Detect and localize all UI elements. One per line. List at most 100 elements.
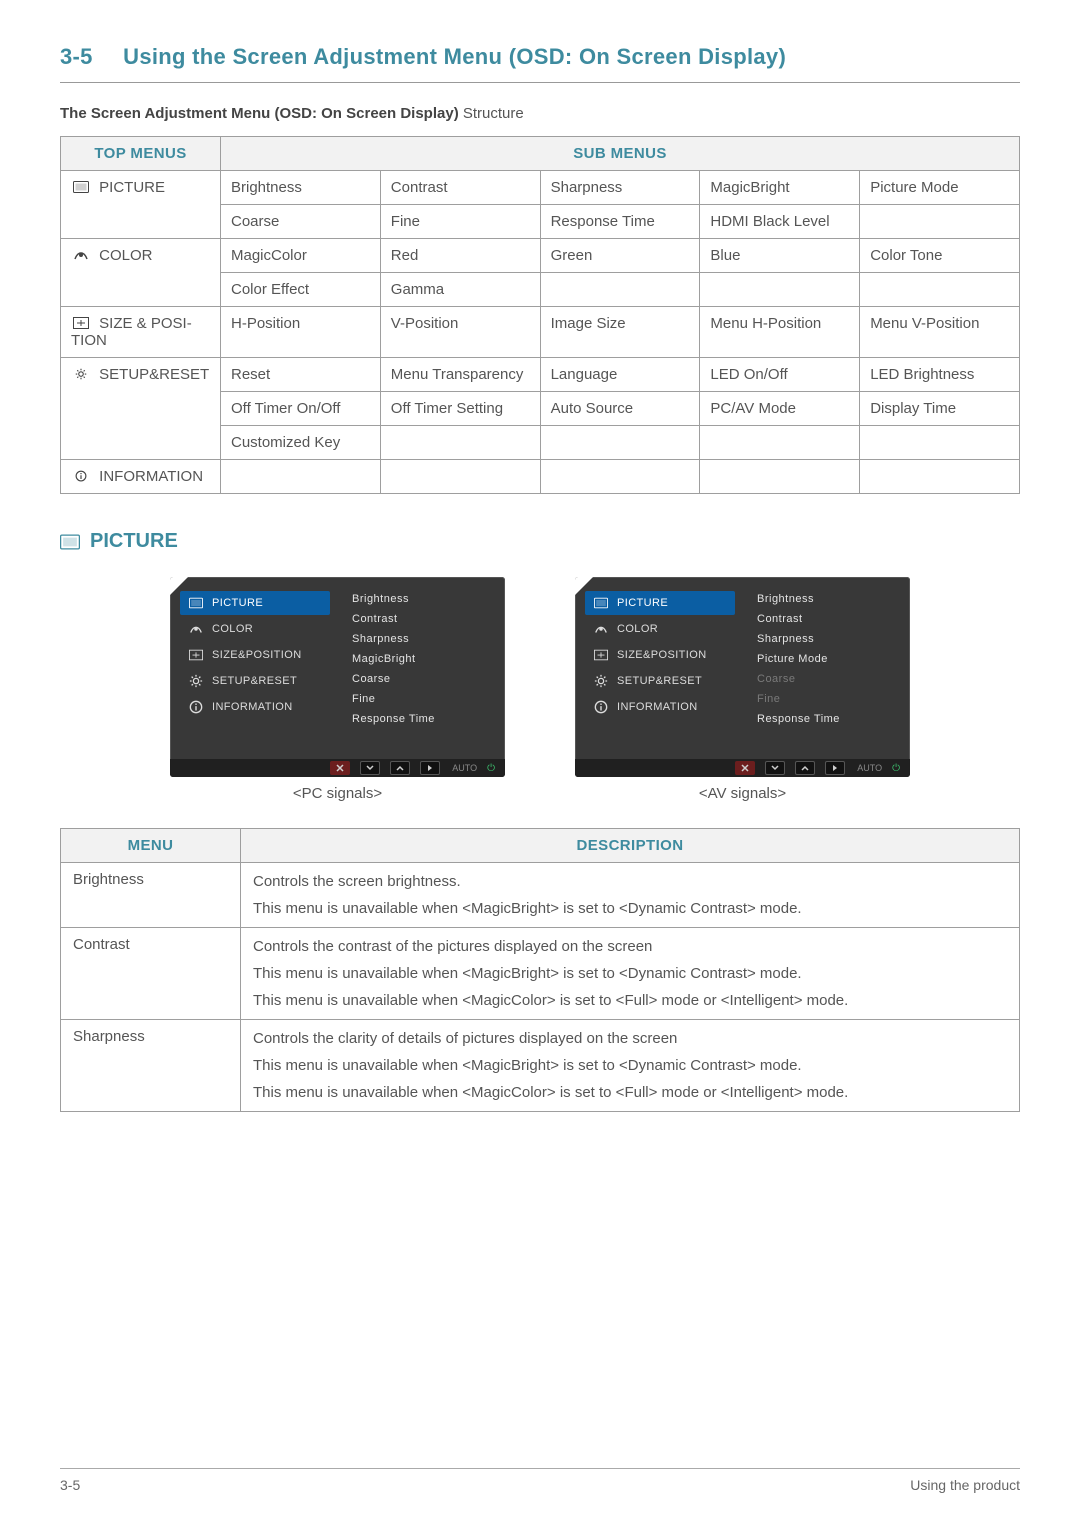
top-menu-cell: SIZE & POSI­TION [61, 307, 221, 358]
title-rule [60, 82, 1020, 83]
setup-icon [593, 674, 609, 688]
setup-icon [71, 366, 91, 383]
osd-close-button[interactable] [330, 761, 350, 775]
osd-menu-item[interactable]: INFORMATION [180, 695, 330, 719]
desc-menu-cell: Sharpness [61, 1020, 241, 1112]
osd-sub-item[interactable]: Brightness [352, 593, 492, 613]
info-icon [71, 468, 91, 485]
play-icon [831, 764, 839, 772]
osd-av-caption: <AV signals> [575, 785, 910, 802]
chevron-down-icon [366, 764, 374, 772]
sub-menu-cell [700, 273, 860, 307]
osd-power-icon[interactable]: ⏻ [892, 763, 900, 774]
osd-sub-item[interactable]: Contrast [757, 613, 897, 633]
osd-menu-label: INFORMATION [617, 701, 698, 713]
sub-menu-cell [860, 426, 1020, 460]
osd-auto-label: AUTO [452, 763, 477, 773]
osd-av: PICTURE COLORSIZE&POSITIONSETUP&RESET INFO… [575, 577, 910, 777]
osd-menu-label: PICTURE [617, 597, 668, 609]
picture-icon [60, 534, 80, 550]
picture-icon [188, 596, 204, 610]
sub-menu-cell: LED On/Off [700, 358, 860, 392]
osd-menu-item[interactable]: COLOR [585, 617, 735, 641]
osd-menu-item[interactable]: PICTURE [585, 591, 735, 615]
osd-sub-item[interactable]: Fine [757, 693, 897, 713]
osd-sub-item[interactable]: Sharpness [757, 633, 897, 653]
chevron-up-icon [801, 764, 809, 772]
desc-menu-cell: Brightness [61, 863, 241, 928]
osd-sub-item[interactable]: Picture Mode [757, 653, 897, 673]
description-table: MENU DESCRIPTION BrightnessControls the … [60, 828, 1020, 1112]
sub-menu-cell: Brightness [221, 171, 381, 205]
sub-menu-cell: MagicBright [700, 171, 860, 205]
sub-menu-cell: Customized Key [221, 426, 381, 460]
sub-menu-cell: Blue [700, 239, 860, 273]
osd-menu-item[interactable]: SETUP&RESET [180, 669, 330, 693]
osd-menu-label: COLOR [212, 623, 253, 635]
osd-down-button[interactable] [765, 761, 785, 775]
close-icon [741, 764, 749, 772]
close-icon [336, 764, 344, 772]
picture-icon [71, 179, 91, 196]
osd-sub-item[interactable]: Response Time [352, 713, 492, 733]
osd-menu-label: SETUP&RESET [212, 675, 297, 687]
desc-text-cell: Controls the clarity of details of pictu… [241, 1020, 1020, 1112]
osd-sub-item[interactable]: Contrast [352, 613, 492, 633]
osd-pc-caption: <PC signals> [170, 785, 505, 802]
page-footer: 3-5 Using the product [60, 1468, 1020, 1493]
osd-menu-label: INFORMATION [212, 701, 293, 713]
osd-power-icon[interactable]: ⏻ [487, 763, 495, 774]
osd-pc-wrap: PICTURE COLOR SIZE&POSITION SETUP&RESET INFO… [170, 577, 505, 802]
desc-text-cell: Controls the screen brightness.This menu… [241, 863, 1020, 928]
osd-sub-item[interactable]: Coarse [757, 673, 897, 693]
osd-sub-item[interactable]: Response Time [757, 713, 897, 733]
osd-menu-item[interactable]: SIZE&POSITION [585, 643, 735, 667]
osd-up-button[interactable] [390, 761, 410, 775]
top-menu-cell: COLOR [61, 239, 221, 307]
footer-left: 3-5 [60, 1477, 80, 1493]
osd-down-button[interactable] [360, 761, 380, 775]
top-menu-cell: SETUP&RESET [61, 358, 221, 460]
osd-menu-item[interactable]: SIZE&POSITION [180, 643, 330, 667]
sub-menu-cell: Green [540, 239, 700, 273]
picture-icon [593, 596, 609, 610]
footer-right: Using the product [910, 1477, 1020, 1493]
osd-menu-item[interactable]: INFORMATION [585, 695, 735, 719]
osd-enter-button[interactable] [825, 761, 845, 775]
sub-menu-cell: Menu H-Position [700, 307, 860, 358]
osd-sub-item[interactable]: MagicBright [352, 653, 492, 673]
sub-menu-cell: Off Timer Setting [380, 392, 540, 426]
top-menu-cell: INFORMA­TION [61, 460, 221, 494]
osd-menu-item[interactable]: SETUP&RESET [585, 669, 735, 693]
sub-menu-cell: LED Brightness [860, 358, 1020, 392]
osd-sub-item[interactable]: Coarse [352, 673, 492, 693]
sub-menu-cell [540, 273, 700, 307]
color-icon [71, 247, 91, 264]
osd-sub-item[interactable]: Brightness [757, 593, 897, 613]
osd-menu-item[interactable]: COLOR [180, 617, 330, 641]
structure-header-top: TOP MENUS [61, 137, 221, 171]
sizepos-icon [71, 315, 91, 332]
osd-auto-label: AUTO [857, 763, 882, 773]
sub-menu-cell: Menu V-Position [860, 307, 1020, 358]
desc-header-menu: MENU [61, 829, 241, 863]
osd-enter-button[interactable] [420, 761, 440, 775]
sub-menu-cell: Reset [221, 358, 381, 392]
osd-sub-item[interactable]: Sharpness [352, 633, 492, 653]
sub-menu-cell: Picture Mode [860, 171, 1020, 205]
osd-nav-bar: AUTO ⏻ [575, 759, 910, 777]
osd-menu-item[interactable]: PICTURE [180, 591, 330, 615]
setup-icon [188, 674, 204, 688]
page-title: 3-5 Using the Screen Adjustment Menu (OS… [60, 44, 1020, 70]
osd-up-button[interactable] [795, 761, 815, 775]
sub-menu-cell: MagicColor [221, 239, 381, 273]
osd-close-button[interactable] [735, 761, 755, 775]
sub-menu-cell: Menu Transpar­ency [380, 358, 540, 392]
sub-menu-cell: H-Position [221, 307, 381, 358]
subtitle-rest: Structure [459, 105, 524, 122]
osd-sub-item[interactable]: Fine [352, 693, 492, 713]
sub-menu-cell: Gamma [380, 273, 540, 307]
osd-av-wrap: PICTURE COLORSIZE&POSITIONSETUP&RESET INFO… [575, 577, 910, 802]
osd-row: PICTURECOLORSIZE&POSITIONSETUP&RESETINFO… [60, 577, 1020, 802]
info-icon [593, 700, 609, 714]
